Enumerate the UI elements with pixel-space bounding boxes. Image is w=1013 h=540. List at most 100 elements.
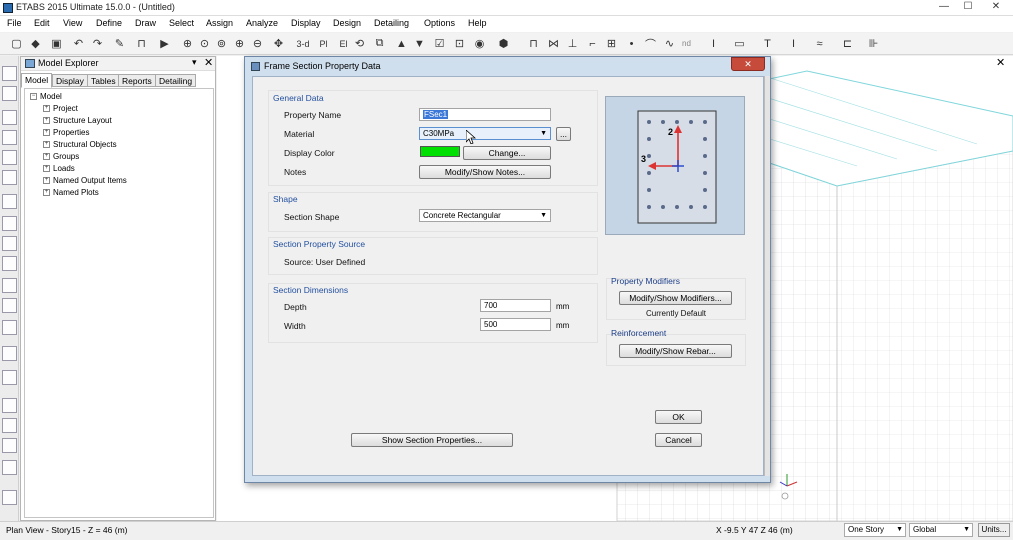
cancel-button[interactable]: Cancel	[655, 433, 702, 447]
draw-rectangle-icon[interactable]	[2, 236, 17, 251]
tree-node-named-output-items[interactable]: + Named Output Items	[43, 176, 127, 185]
draw-column-icon[interactable]	[2, 150, 17, 165]
snap-middle-icon[interactable]	[2, 438, 17, 453]
draw-beam-icon[interactable]	[2, 130, 17, 145]
plan-view-button[interactable]: Pl	[316, 36, 331, 51]
minimize-button[interactable]: —	[932, 0, 956, 14]
snap-intersection-icon[interactable]	[2, 460, 17, 475]
nd-button[interactable]: nd	[679, 36, 694, 51]
snap-end-icon[interactable]	[2, 418, 17, 433]
story-select[interactable]: One Story ▼	[844, 523, 906, 537]
dimension-icon[interactable]: ≈	[812, 36, 827, 51]
expand-icon[interactable]: +	[43, 129, 50, 137]
beam-icon[interactable]: ⌐	[585, 36, 600, 51]
menu-file[interactable]: File	[7, 18, 22, 28]
menu-detailing[interactable]: Detailing	[374, 18, 409, 28]
section-cut-icon[interactable]: I	[786, 36, 801, 51]
check-icon[interactable]: ☑	[432, 36, 447, 51]
area-icon[interactable]: ▭	[732, 36, 747, 51]
expand-icon[interactable]: +	[43, 153, 50, 161]
draw-wall-icon[interactable]	[2, 256, 17, 271]
expand-icon[interactable]: +	[43, 141, 50, 149]
width-input[interactable]: 500	[480, 318, 551, 331]
material-select[interactable]: C30MPa ▼	[419, 127, 551, 140]
draw-opening-icon[interactable]	[2, 278, 17, 293]
material-browse-button[interactable]: ...	[556, 127, 571, 141]
tree-node-groups[interactable]: + Groups	[43, 152, 79, 161]
menu-analyze[interactable]: Analyze	[246, 18, 278, 28]
pin-icon[interactable]: ▾	[192, 57, 197, 68]
menu-view[interactable]: View	[63, 18, 82, 28]
column-layout-icon[interactable]: ⊪	[866, 36, 881, 51]
draw-point-icon[interactable]	[2, 320, 17, 335]
expand-icon[interactable]: +	[43, 165, 50, 173]
draw-line-icon[interactable]	[2, 110, 17, 125]
maximize-button[interactable]: ☐	[956, 0, 980, 14]
zoom-out-icon[interactable]: ⊖	[250, 36, 265, 51]
menu-display[interactable]: Display	[291, 18, 321, 28]
snap-perpendicular-icon[interactable]	[2, 490, 17, 505]
display-options-icon[interactable]: ◉	[472, 36, 487, 51]
run-analysis-icon[interactable]: ▶	[157, 36, 172, 51]
menu-assign[interactable]: Assign	[206, 18, 233, 28]
snap-point-icon[interactable]	[2, 398, 17, 413]
tree-node-properties[interactable]: + Properties	[43, 128, 89, 137]
menu-options[interactable]: Options	[424, 18, 455, 28]
column-icon[interactable]: ⊥	[565, 36, 580, 51]
perspective-icon[interactable]: ⧉	[372, 36, 387, 51]
tab-display[interactable]: Display	[52, 74, 88, 87]
menu-help[interactable]: Help	[468, 18, 487, 28]
coord-system-select[interactable]: Global ▼	[909, 523, 973, 537]
tab-detailing[interactable]: Detailing	[155, 74, 197, 87]
brace-icon[interactable]: ⋈	[546, 36, 561, 51]
spring-icon[interactable]: ∿	[662, 36, 677, 51]
menu-draw[interactable]: Draw	[135, 18, 156, 28]
zoom-fit-icon[interactable]: ⊙	[197, 36, 212, 51]
new-model-icon[interactable]: ▢	[9, 36, 24, 51]
tab-model[interactable]: Model	[21, 73, 53, 88]
tree-node-structure-layout[interactable]: + Structure Layout	[43, 116, 112, 125]
view-3d-button[interactable]: 3-d	[294, 36, 312, 51]
move-down-icon[interactable]: ▼	[412, 36, 427, 51]
pencil-icon[interactable]: ✎	[112, 36, 127, 51]
tab-reports[interactable]: Reports	[118, 74, 156, 87]
ok-button[interactable]: OK	[655, 410, 702, 424]
undo-icon[interactable]: ↶	[71, 36, 86, 51]
expand-icon[interactable]: +	[43, 105, 50, 113]
expand-icon[interactable]: +	[43, 117, 50, 125]
draw-grid-icon[interactable]	[2, 370, 17, 385]
move-up-icon[interactable]: ▲	[394, 36, 409, 51]
extrude-icon[interactable]: ⬢	[496, 36, 511, 51]
draw-brace-icon[interactable]	[2, 170, 17, 185]
dialog-close-button[interactable]: ✕	[731, 57, 765, 71]
lock-icon[interactable]: ⊓	[134, 36, 149, 51]
open-icon[interactable]: ◆	[28, 36, 43, 51]
menu-select[interactable]: Select	[169, 18, 194, 28]
modify-modifiers-button[interactable]: Modify/Show Modifiers...	[619, 291, 732, 305]
grid-icon[interactable]: ⊞	[604, 36, 619, 51]
elevation-view-button[interactable]: El	[336, 36, 351, 51]
modify-notes-button[interactable]: Modify/Show Notes...	[419, 165, 551, 179]
change-color-button[interactable]: Change...	[463, 146, 551, 160]
show-section-properties-button[interactable]: Show Section Properties...	[351, 433, 513, 447]
menu-design[interactable]: Design	[333, 18, 361, 28]
tree-node-loads[interactable]: + Loads	[43, 164, 75, 173]
menu-edit[interactable]: Edit	[34, 18, 50, 28]
rotate-icon[interactable]: ⟲	[352, 36, 367, 51]
tree-node-named-plots[interactable]: + Named Plots	[43, 188, 99, 197]
joint-icon[interactable]: •	[624, 36, 639, 51]
zoom-window-icon[interactable]: ⊕	[180, 36, 195, 51]
link-icon[interactable]: ⌒	[643, 36, 658, 51]
menu-define[interactable]: Define	[96, 18, 122, 28]
tee-icon[interactable]: T	[760, 36, 775, 51]
collapse-icon[interactable]: −	[30, 93, 37, 101]
redo-icon[interactable]: ↷	[90, 36, 105, 51]
reshape-icon[interactable]	[2, 86, 17, 101]
zoom-previous-icon[interactable]: ⊚	[214, 36, 229, 51]
draw-cross-brace-icon[interactable]	[2, 194, 17, 209]
zoom-in-icon[interactable]: ⊕	[232, 36, 247, 51]
pointer-icon[interactable]	[2, 66, 17, 81]
section-shape-select[interactable]: Concrete Rectangular ▼	[419, 209, 551, 222]
draw-panel-icon[interactable]	[2, 298, 17, 313]
expand-icon[interactable]: +	[43, 189, 50, 197]
